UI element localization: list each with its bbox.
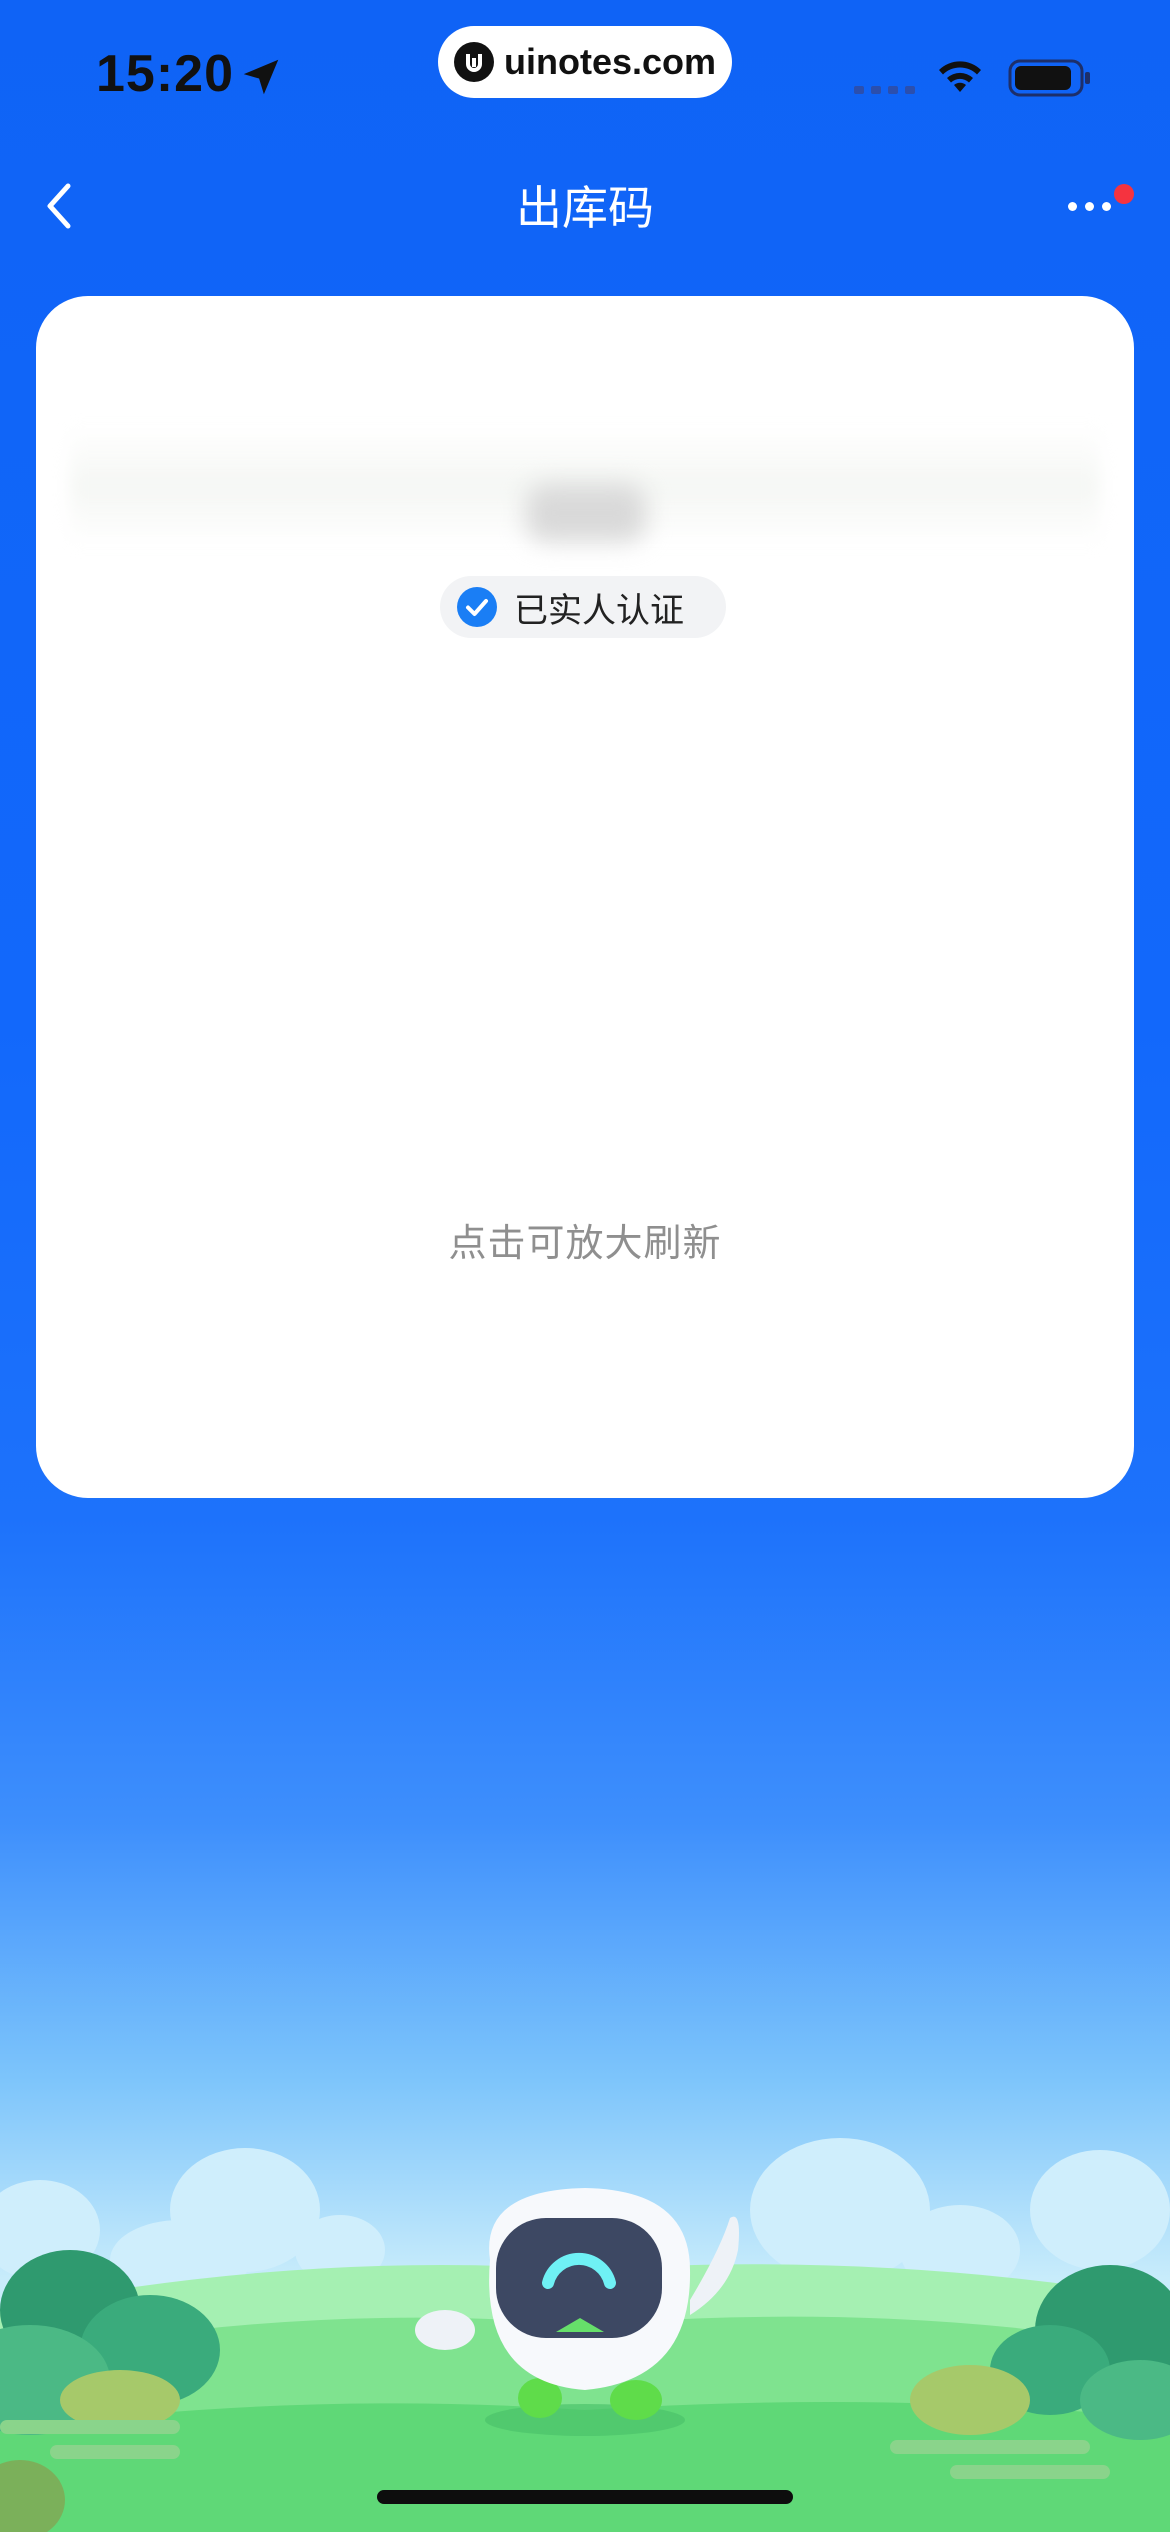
wifi-icon (939, 61, 981, 92)
verified-badge: 已实人认证 (440, 576, 726, 638)
outbound-code-card: 已实人认证 点击可放大刷新 (36, 296, 1134, 1498)
verified-label: 已实人认证 (514, 590, 684, 631)
blurred-user-name (526, 484, 646, 542)
tap-to-enlarge-refresh[interactable]: 点击可放大刷新 (36, 1212, 1134, 1267)
more-dots-icon (1068, 202, 1111, 211)
scenery-illustration (0, 2138, 1170, 2532)
brand-logo-icon (454, 42, 494, 82)
home-indicator (377, 2490, 793, 2504)
status-bar: 15:20 uinotes.com (0, 0, 1170, 150)
page-title: 出库码 (516, 181, 654, 235)
check-circle-icon (457, 587, 497, 627)
notification-dot (1114, 184, 1134, 204)
watermark-pill: uinotes.com (438, 26, 732, 98)
status-time: 15:20 (96, 45, 234, 103)
battery-icon (1008, 59, 1090, 97)
brand-text: uinotes.com (504, 41, 717, 82)
more-button[interactable] (1060, 180, 1144, 240)
location-arrow-icon (243, 59, 279, 95)
signal-icon (854, 86, 915, 94)
